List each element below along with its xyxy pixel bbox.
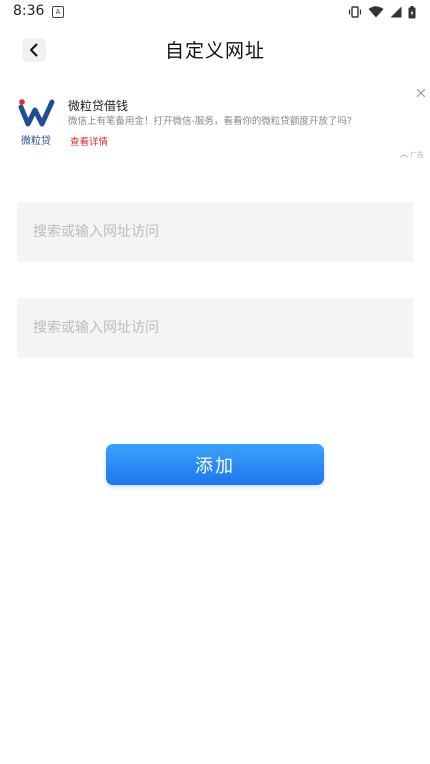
page-title: 自定义网址 (164, 40, 265, 62)
ad-badge: 广告 (400, 150, 424, 160)
status-time: 8:36 (13, 3, 45, 19)
ad-title: 微粒贷借钱 (68, 99, 129, 113)
status-icons (348, 4, 416, 20)
wifi-icon (368, 6, 384, 18)
ad-logo: 微粒贷 (15, 96, 57, 148)
battery-icon (408, 5, 416, 18)
url-input-2[interactable] (17, 298, 413, 358)
weilidai-logo-icon (18, 99, 55, 127)
ad-logo-caption: 微粒贷 (21, 136, 51, 147)
ad-banner[interactable]: 微粒贷 微粒贷借钱 微信上有笔备用金！打开微信-服务，看看你的微粒贷额度开放了吗… (0, 86, 430, 162)
ad-badge-label: 广告 (410, 151, 424, 159)
status-bar: 8:36 A (0, 0, 430, 24)
ad-details-link[interactable]: 查看详情 (70, 134, 108, 148)
signal-icon (390, 6, 402, 18)
notification-icon: A (52, 6, 64, 18)
ad-description: 微信上有笔备用金！打开微信-服务，看看你的微粒贷额度开放了吗? (68, 116, 352, 127)
header: 自定义网址 (0, 24, 430, 76)
add-button[interactable]: 添加 (106, 444, 324, 485)
vibrate-icon (348, 6, 362, 18)
ad-mark-icon (400, 154, 408, 158)
url-input-1[interactable] (17, 202, 413, 262)
close-icon[interactable] (416, 88, 426, 98)
